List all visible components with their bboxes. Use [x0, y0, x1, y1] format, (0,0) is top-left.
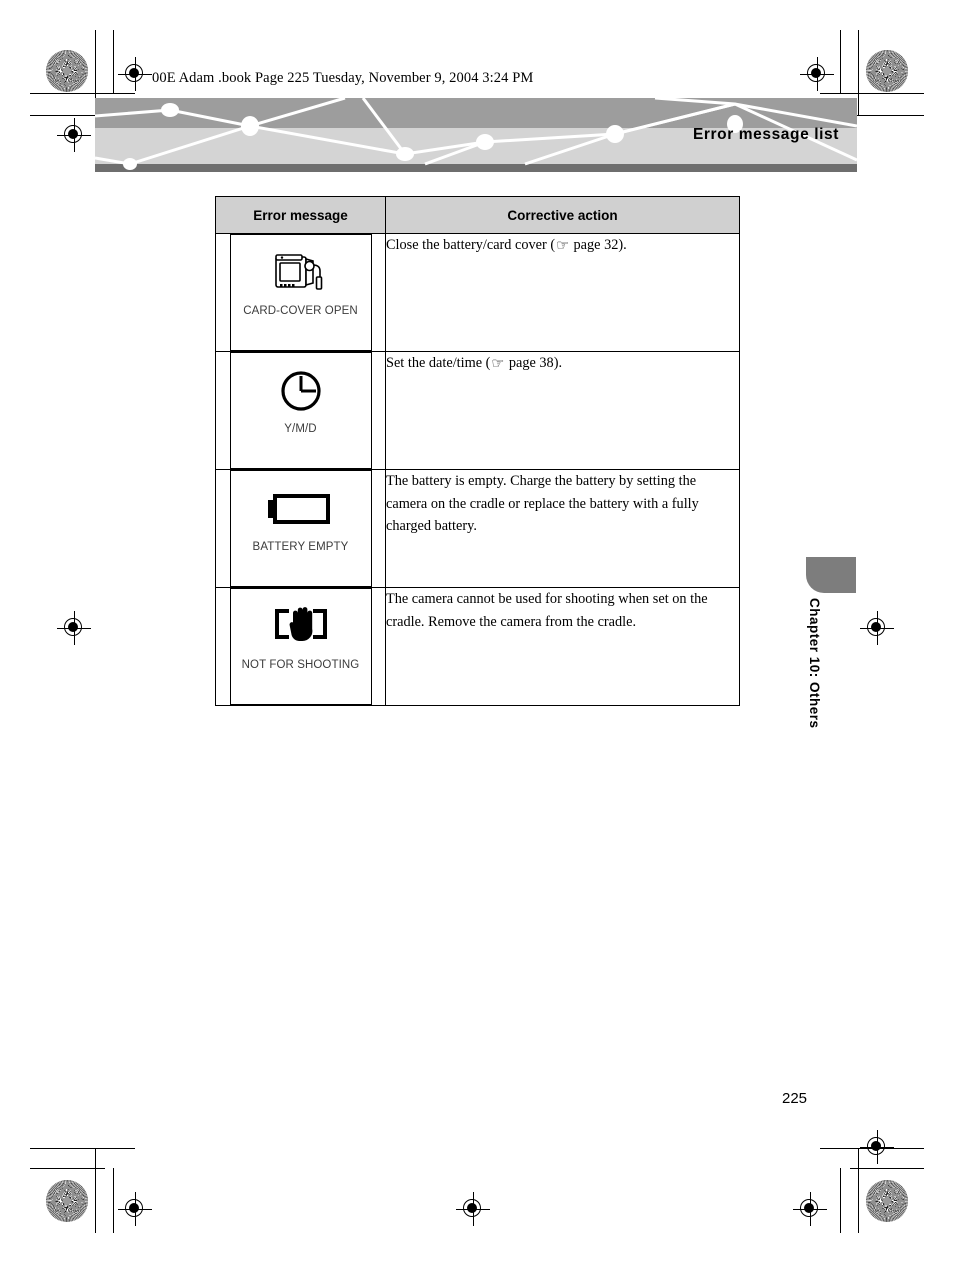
registration-starburst-bottom-right	[866, 1180, 908, 1222]
action-text-tail: ).	[553, 355, 563, 371]
crop-line-bottom-left-v2	[113, 1168, 114, 1233]
hand-stop-not-for-shooting-icon	[231, 601, 371, 653]
table-row: NOT FOR SHOOTING The camera cannot be us…	[215, 587, 740, 706]
camera-card-cover-open-icon	[231, 247, 371, 299]
crop-line-top-right-h2	[850, 115, 924, 116]
icon-frame: CARD-COVER OPEN	[229, 234, 372, 351]
registration-target-bottom-right	[793, 1192, 827, 1226]
action-text: Close the battery/card cover (	[386, 237, 556, 253]
crop-line-bottom-right-h2	[850, 1168, 924, 1169]
icon-caption: NOT FOR SHOOTING	[241, 659, 360, 671]
action-text-tail: ).	[618, 237, 627, 253]
crop-line-bottom-left-v	[95, 1148, 96, 1233]
page-title: Error message list	[692, 126, 839, 143]
error-icon-cell: Y/M/D	[215, 351, 386, 470]
column-header-corrective-action: Corrective action	[385, 196, 740, 234]
crop-line-top-right-v	[858, 30, 859, 115]
pointing-hand-icon: ☞	[491, 356, 505, 372]
registration-target-bottom-center	[456, 1192, 490, 1226]
registration-target-middle-left	[57, 611, 91, 645]
crop-line-top-right-v2	[840, 30, 841, 93]
registration-target-bottom-left	[118, 1192, 152, 1226]
error-icon-cell: NOT FOR SHOOTING	[215, 587, 386, 706]
registration-target-upper-left	[57, 118, 91, 152]
file-header-text: 00E Adam .book Page 225 Tuesday, Novembe…	[152, 70, 534, 86]
page-number: 225	[782, 1090, 808, 1107]
registration-starburst-top-left	[46, 50, 88, 92]
chapter-label: Chapter 10: Others	[807, 598, 822, 729]
corrective-action-cell: Close the battery/card cover (☞ page 32)…	[385, 233, 740, 352]
table-header-row: Error message Corrective action	[215, 196, 740, 234]
table-row: CARD-COVER OPEN Close the battery/card c…	[215, 233, 740, 352]
crop-line-bottom-right-h	[820, 1148, 924, 1149]
icon-frame: NOT FOR SHOOTING	[229, 588, 372, 705]
registration-starburst-top-right	[866, 50, 908, 92]
icon-frame: BATTERY EMPTY	[229, 470, 372, 587]
icon-caption: BATTERY EMPTY	[252, 541, 349, 553]
error-message-table: Error message Corrective action CARD-COV…	[215, 196, 740, 706]
chapter-tab-marker	[806, 557, 856, 593]
crop-line-top-right-h	[820, 93, 924, 94]
action-text: Set the date/time (	[386, 355, 491, 371]
action-page-reference: page 32	[573, 237, 619, 253]
corrective-action-cell: The camera cannot be used for shooting w…	[385, 587, 740, 706]
battery-empty-icon	[231, 483, 371, 535]
registration-target-middle-right	[860, 611, 894, 645]
table-row: BATTERY EMPTY The battery is empty. Char…	[215, 469, 740, 588]
crop-line-bottom-right-v	[858, 1148, 859, 1233]
column-header-error-message: Error message	[215, 196, 386, 234]
action-page-reference: page 38	[508, 355, 554, 371]
icon-frame: Y/M/D	[229, 352, 372, 469]
icon-caption: CARD-COVER OPEN	[243, 305, 358, 317]
crop-line-bottom-left-h2	[30, 1168, 105, 1169]
registration-target-lower-right	[860, 1130, 894, 1164]
registration-target-top-left	[118, 57, 152, 91]
crop-line-top-left-v2	[113, 30, 114, 93]
error-icon-cell: BATTERY EMPTY	[215, 469, 386, 588]
corrective-action-cell: Set the date/time (☞ page 38).	[385, 351, 740, 470]
pointing-hand-icon: ☞	[556, 238, 569, 254]
corrective-action-cell: The battery is empty. Charge the battery…	[385, 469, 740, 588]
crop-line-top-left-h2	[30, 115, 105, 116]
error-icon-cell: CARD-COVER OPEN	[215, 233, 386, 352]
clock-icon	[231, 365, 371, 417]
registration-target-top-right	[800, 57, 834, 91]
icon-caption: Y/M/D	[284, 423, 317, 435]
page-header-banner: Error message list	[95, 98, 857, 172]
crop-line-top-left-h	[30, 93, 135, 94]
crop-line-bottom-right-v2	[840, 1168, 841, 1233]
registration-starburst-bottom-left	[46, 1180, 88, 1222]
crop-line-bottom-left-h	[30, 1148, 135, 1149]
table-row: Y/M/D Set the date/time (☞ page 38).	[215, 351, 740, 470]
